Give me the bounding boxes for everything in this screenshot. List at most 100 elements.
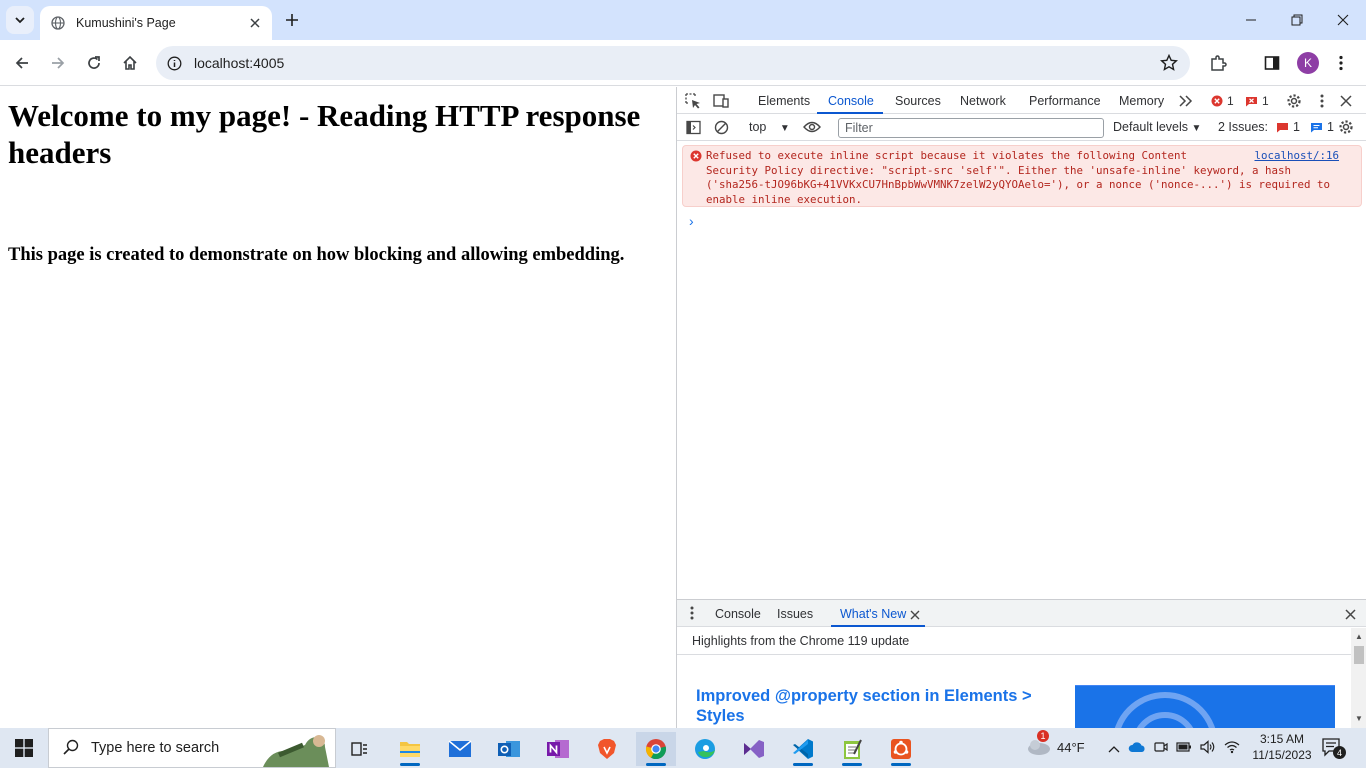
restore-icon — [1291, 14, 1303, 26]
notification-center-button[interactable]: 4 — [1322, 738, 1346, 761]
taskbar-file-explorer[interactable] — [390, 732, 430, 766]
settings-gear-icon[interactable] — [1285, 92, 1303, 110]
profile-avatar[interactable]: K — [1297, 52, 1319, 74]
taskbar-visual-studio[interactable] — [734, 732, 774, 766]
start-button[interactable] — [0, 728, 48, 768]
chevron-down-icon — [15, 17, 25, 24]
issue-count: 1 — [1262, 94, 1269, 108]
devtools-tab-network[interactable]: Network — [960, 94, 1006, 108]
task-view-button[interactable] — [340, 732, 380, 766]
browser-tab[interactable]: Kumushini's Page — [40, 6, 272, 40]
taskbar-edge[interactable] — [685, 732, 725, 766]
taskbar-brave[interactable] — [587, 732, 627, 766]
devtools-menu-icon[interactable] — [1313, 92, 1331, 110]
drawer-tab-whats-new[interactable]: What's New — [840, 607, 906, 621]
whats-new-illustration — [1075, 685, 1335, 729]
folder-icon — [400, 742, 420, 757]
console-settings-icon[interactable] — [1337, 118, 1355, 136]
battery-icon[interactable] — [1176, 741, 1192, 756]
issue-error-icon — [1277, 122, 1289, 132]
issues-button[interactable]: 2 Issues: 1 1 — [1218, 120, 1334, 134]
tab-search-button[interactable] — [6, 6, 34, 34]
log-levels-dropdown[interactable]: Default levels ▼ — [1113, 120, 1201, 134]
console-filter-input[interactable]: Filter — [838, 118, 1104, 138]
arrow-left-icon — [15, 57, 28, 69]
back-button[interactable] — [8, 49, 36, 77]
console-prompt[interactable]: › — [689, 213, 694, 229]
globe-icon — [50, 15, 66, 31]
reload-button[interactable] — [80, 49, 108, 77]
weather-widget[interactable]: 1 44°F — [1025, 730, 1085, 759]
more-tabs-icon[interactable] — [1177, 92, 1195, 110]
site-info-icon[interactable] — [166, 55, 182, 71]
chevron-up-icon[interactable] — [1108, 741, 1120, 756]
devtools-tab-elements[interactable]: Elements — [758, 94, 810, 108]
taskbar-ubuntu[interactable] — [881, 732, 921, 766]
taskbar-vscode[interactable] — [783, 732, 823, 766]
taskbar-onenote[interactable] — [538, 732, 578, 766]
minimize-icon — [1246, 19, 1256, 21]
taskbar-chrome[interactable] — [636, 732, 676, 766]
close-icon — [1337, 14, 1349, 26]
forward-button[interactable] — [44, 49, 72, 77]
running-indicator — [646, 763, 666, 766]
console-sidebar-icon[interactable] — [684, 118, 702, 136]
reload-icon — [88, 56, 100, 69]
brave-icon — [598, 739, 616, 759]
devtools-tab-sources[interactable]: Sources — [895, 94, 941, 108]
taskbar-clock[interactable]: 3:15 AM 11/15/2023 — [1252, 731, 1312, 763]
chrome-menu-button[interactable] — [1327, 49, 1355, 77]
close-tab-icon[interactable] — [244, 12, 266, 34]
home-button[interactable] — [116, 49, 144, 77]
running-indicator — [891, 763, 911, 766]
page-viewport: Welcome to my page! - Reading HTTP respo… — [0, 87, 676, 728]
onedrive-icon[interactable] — [1128, 741, 1146, 756]
device-toolbar-icon[interactable] — [712, 92, 730, 110]
close-whats-new-icon[interactable] — [910, 608, 920, 623]
extensions-button[interactable] — [1204, 49, 1232, 77]
drawer-scrollbar[interactable]: ▲ ▼ — [1351, 628, 1366, 729]
volume-icon[interactable] — [1200, 740, 1216, 757]
restore-button[interactable] — [1274, 0, 1320, 40]
clear-console-icon[interactable] — [712, 118, 730, 136]
whats-new-highlights: Highlights from the Chrome 119 update — [692, 634, 910, 648]
error-count: 1 — [1227, 94, 1234, 108]
meet-now-icon[interactable] — [1154, 740, 1168, 757]
devtools-tab-console[interactable]: Console — [828, 94, 874, 108]
cloudy-weather-icon: 1 — [1025, 730, 1051, 759]
minimize-button[interactable] — [1228, 0, 1274, 40]
taskbar-notepad[interactable] — [832, 732, 872, 766]
caret-down-icon: ▼ — [1191, 123, 1202, 134]
edge-icon — [695, 739, 715, 759]
devtools-tab-memory[interactable]: Memory — [1119, 94, 1164, 108]
close-window-button[interactable] — [1320, 0, 1366, 40]
visual-studio-icon — [744, 740, 764, 758]
plus-icon — [286, 14, 298, 26]
address-bar[interactable]: localhost:4005 — [156, 46, 1190, 80]
console-error-message[interactable]: Refused to execute inline script because… — [682, 145, 1362, 207]
drawer-menu-icon[interactable] — [690, 606, 694, 623]
live-expression-eye-icon[interactable] — [803, 118, 821, 136]
whats-new-heading-link[interactable]: Improved @property section in Elements >… — [696, 686, 1056, 726]
inspect-element-icon[interactable] — [684, 92, 702, 110]
taskbar-mail[interactable] — [440, 732, 480, 766]
error-source-link[interactable]: localhost/:16 — [1250, 149, 1339, 162]
drawer-tab-issues[interactable]: Issues — [777, 607, 813, 621]
taskbar-outlook[interactable] — [489, 732, 529, 766]
bookmark-star-icon[interactable] — [1159, 53, 1179, 75]
drawer-tab-console[interactable]: Console — [715, 607, 761, 621]
close-devtools-icon[interactable] — [1337, 92, 1355, 110]
devtools-tab-performance[interactable]: Performance — [1029, 94, 1101, 108]
devtools-tab-bar: Elements Console Sources Network Perform… — [677, 87, 1366, 114]
issue-counter[interactable]: 1 — [1245, 94, 1269, 108]
url-text[interactable]: localhost:4005 — [194, 55, 284, 71]
context-selector[interactable]: top ▼ — [749, 120, 790, 134]
error-counter[interactable]: 1 — [1211, 94, 1234, 108]
side-panel-button[interactable] — [1258, 49, 1286, 77]
running-indicator — [842, 763, 862, 766]
taskbar-search-box[interactable]: Type here to search — [48, 728, 336, 768]
close-drawer-icon[interactable] — [1345, 608, 1356, 623]
issue-flag-icon — [1246, 96, 1257, 106]
new-tab-button[interactable] — [278, 6, 306, 34]
wifi-icon[interactable] — [1224, 740, 1240, 757]
